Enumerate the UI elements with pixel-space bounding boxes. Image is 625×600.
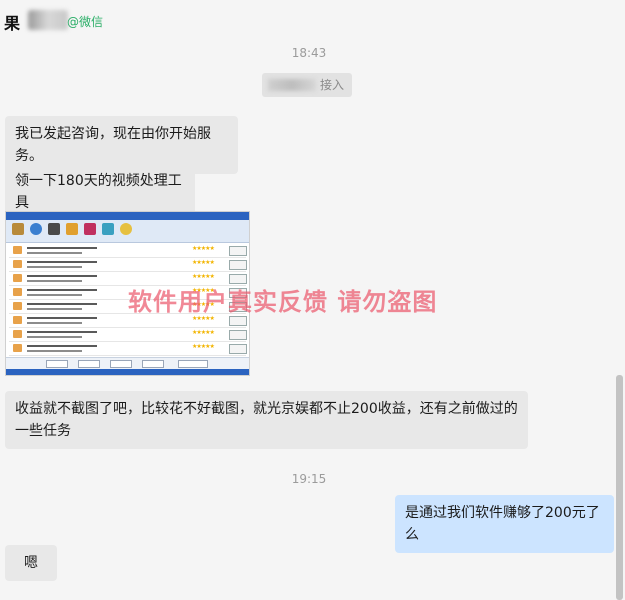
pager-button [78, 360, 100, 368]
toolbar-icon [48, 223, 60, 235]
image-list-row: ★★★★★ [9, 244, 247, 258]
rating-stars-icon: ★★★★★ [192, 273, 215, 280]
toolbar-icon [84, 223, 96, 235]
book-icon [13, 302, 22, 310]
row-button [229, 260, 247, 270]
toolbar-icon [66, 223, 78, 235]
timestamp: 19:15 [291, 472, 327, 486]
book-icon [13, 344, 22, 352]
toolbar-icon [102, 223, 114, 235]
pager-button [142, 360, 164, 368]
book-icon [13, 316, 22, 324]
book-icon [13, 260, 22, 268]
image-list-row: ★★★★★ [9, 342, 247, 356]
rating-stars-icon: ★★★★★ [192, 343, 215, 350]
rating-stars-icon: ★★★★★ [192, 329, 215, 336]
rating-stars-icon: ★★★★★ [192, 245, 215, 252]
message-bubble[interactable]: 嗯 [5, 545, 57, 581]
blurred-system-text [268, 79, 316, 91]
message-text: 收益就不截图了吧，比较花不好截图，就光京娱都不止200收益，还有之前做过的一些任… [15, 401, 518, 439]
image-list-row: ★★★★★ [9, 328, 247, 342]
book-icon [13, 246, 22, 254]
message-text: 我已发起咨询，现在由你开始服务。 [15, 126, 211, 164]
chat-scrollbar[interactable] [616, 375, 623, 600]
toolbar-icon [30, 223, 42, 235]
blurred-contact-name [28, 10, 68, 30]
image-statusbar [6, 369, 249, 375]
pager-input [178, 360, 208, 368]
image-toolbar [6, 220, 249, 243]
toolbar-icon [12, 223, 24, 235]
book-icon [13, 330, 22, 338]
image-list-row: ★★★★★ [9, 258, 247, 272]
message-bubble[interactable]: 收益就不截图了吧，比较花不好截图，就光京娱都不止200收益，还有之前做过的一些任… [5, 391, 528, 449]
book-icon [13, 288, 22, 296]
row-button [229, 316, 247, 326]
message-text: 嗯 [24, 555, 38, 571]
timestamp: 18:43 [291, 46, 327, 60]
watermark-text: 软件用户真实反馈 请勿盗图 [128, 288, 438, 316]
wechat-source-label: @微信 [67, 15, 104, 29]
row-button [229, 330, 247, 340]
toolbar-icon [120, 223, 132, 235]
message-bubble-self[interactable]: 是通过我们软件赚够了200元了么 [395, 495, 614, 553]
system-message: 接入 [262, 73, 352, 97]
contact-name[interactable]: 果 [4, 10, 20, 34]
message-text: 领一下180天的视频处理工具 [15, 173, 182, 211]
pager-button [46, 360, 68, 368]
image-pager [6, 357, 249, 369]
chat-header: 果 @微信 [0, 0, 625, 38]
book-icon [13, 274, 22, 282]
row-button [229, 344, 247, 354]
rating-stars-icon: ★★★★★ [192, 259, 215, 266]
row-button [229, 246, 247, 256]
message-text: 是通过我们软件赚够了200元了么 [405, 505, 600, 543]
system-message-text: 接入 [319, 78, 344, 92]
pager-button [110, 360, 132, 368]
image-titlebar [6, 212, 249, 220]
